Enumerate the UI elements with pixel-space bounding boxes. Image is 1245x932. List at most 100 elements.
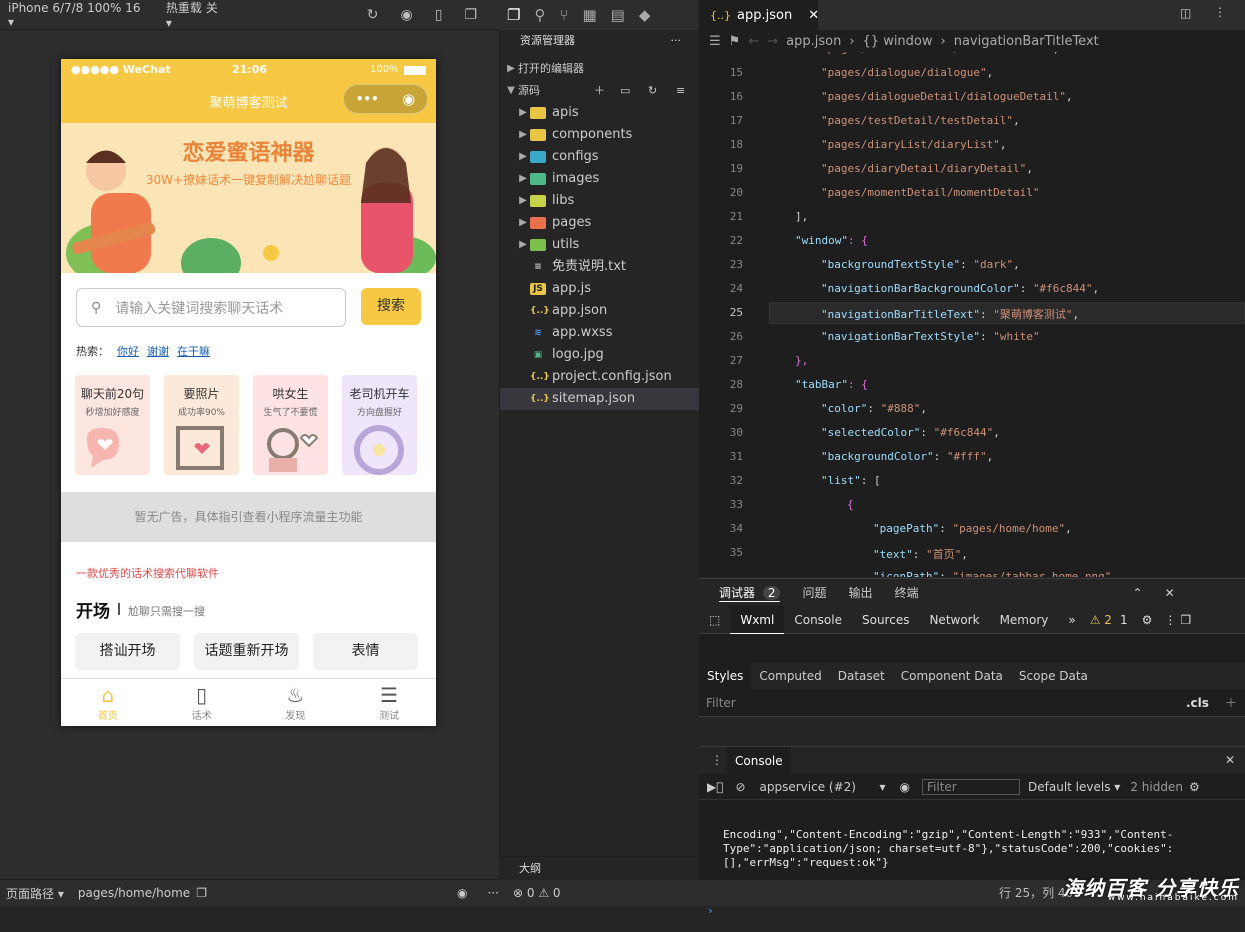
- breadcrumb-item[interactable]: {} window: [863, 34, 933, 49]
- tab-debugger[interactable]: 调试器 2: [719, 584, 781, 602]
- panel-icon[interactable]: ▤: [611, 6, 625, 24]
- search-icon[interactable]: ⚲: [534, 6, 545, 24]
- breadcrumb-item[interactable]: navigationBarTitleText: [954, 34, 1099, 49]
- category-card[interactable]: 老司机开车 方向盘握好: [342, 375, 417, 475]
- warning-count[interactable]: ⚠ 2: [1086, 613, 1116, 627]
- clear-icon[interactable]: ⊘: [735, 780, 745, 794]
- tree-item[interactable]: ▶ images: [500, 168, 699, 190]
- tree-item[interactable]: ≡ 免责说明.txt: [500, 256, 699, 278]
- files-icon[interactable]: ❐: [507, 6, 520, 24]
- more-icon[interactable]: •••: [356, 92, 379, 106]
- phone-icon[interactable]: ▯: [435, 7, 443, 23]
- tree-item[interactable]: ≋ app.wxss: [500, 322, 699, 344]
- hot-link[interactable]: 在干嘛: [177, 343, 210, 359]
- close-icon[interactable]: ✕: [1165, 586, 1175, 600]
- detach-icon[interactable]: ❐: [464, 7, 477, 23]
- topic-pill[interactable]: 搭讪开场: [75, 633, 180, 670]
- tab-wxml[interactable]: Wxml: [730, 605, 785, 634]
- more-icon[interactable]: ···: [487, 886, 498, 900]
- category-card[interactable]: 要照片 成功率90%: [164, 375, 239, 475]
- tree-item[interactable]: {..} app.json: [500, 300, 699, 322]
- tab-output[interactable]: 输出: [849, 584, 873, 601]
- more-icon[interactable]: ···: [671, 30, 682, 52]
- tab-discover[interactable]: ♨ 发现: [249, 679, 343, 726]
- list-icon[interactable]: ☰: [709, 34, 721, 49]
- tab-terminal[interactable]: 终端: [895, 584, 919, 601]
- open-editors-section[interactable]: ▶ 打开的编辑器: [500, 58, 699, 80]
- category-card[interactable]: 哄女生 生气了不要慌: [253, 375, 328, 475]
- tab-memory[interactable]: Memory: [990, 613, 1059, 627]
- tree-item[interactable]: ▣ logo.jpg: [500, 344, 699, 366]
- device-select[interactable]: iPhone 6/7/8 100% 16 ▾: [8, 1, 144, 29]
- extensions-icon[interactable]: ▦: [582, 6, 596, 24]
- banner[interactable]: 恋爱蜜语神器 30W+撩妹话术一键复制解决尬聊话题: [61, 123, 436, 273]
- tree-item[interactable]: {..} project.config.json: [500, 366, 699, 388]
- inspect-icon[interactable]: ⬚: [699, 613, 730, 627]
- hot-link[interactable]: 谢谢: [147, 343, 169, 359]
- tab-component-data[interactable]: Component Data: [893, 669, 1011, 683]
- gear-icon[interactable]: ⚙: [1132, 613, 1163, 627]
- forward-icon[interactable]: →: [767, 34, 778, 49]
- source-root-section[interactable]: ▼ 源码 ＋ ▭ ↻ ≡: [500, 80, 699, 102]
- more-icon[interactable]: ⋮: [1214, 5, 1226, 19]
- gear-icon[interactable]: ⚙: [1189, 780, 1200, 794]
- tab-network[interactable]: Network: [919, 613, 989, 627]
- info-count[interactable]: 1: [1116, 613, 1132, 627]
- new-file-icon[interactable]: ＋: [594, 80, 605, 102]
- tab-sources[interactable]: Sources: [852, 613, 919, 627]
- topic-pill[interactable]: 话题重新开场: [194, 633, 299, 670]
- tab-dataset[interactable]: Dataset: [830, 669, 893, 683]
- eye-icon[interactable]: ◉: [457, 886, 467, 900]
- breadcrumb-item[interactable]: app.json: [786, 34, 841, 49]
- bookmark-icon[interactable]: ⚑: [729, 34, 741, 49]
- cls-button[interactable]: .cls: [1186, 689, 1209, 717]
- tree-item[interactable]: {..} sitemap.json: [500, 388, 699, 410]
- more-tabs-icon[interactable]: »: [1058, 613, 1085, 627]
- tab-computed[interactable]: Computed: [751, 669, 829, 683]
- back-icon[interactable]: ←: [748, 34, 759, 49]
- tree-item[interactable]: ▶ pages: [500, 212, 699, 234]
- tab-scope-data[interactable]: Scope Data: [1011, 669, 1096, 683]
- new-folder-icon[interactable]: ▭: [620, 80, 630, 102]
- split-editor-icon[interactable]: ◫: [1180, 6, 1191, 20]
- search-input[interactable]: ⚲ 请输入关键词搜索聊天话术: [76, 288, 346, 327]
- category-card[interactable]: 聊天前20句 秒增加好感度: [75, 375, 150, 475]
- tree-item[interactable]: JS app.js: [500, 278, 699, 300]
- levels-select[interactable]: Default levels ▾: [1028, 780, 1120, 794]
- tab-styles[interactable]: Styles: [699, 663, 752, 689]
- sidebar-toggle-icon[interactable]: ▶⃞: [707, 780, 723, 794]
- collapse-icon[interactable]: ≡: [676, 80, 685, 102]
- refresh-icon[interactable]: ↻: [367, 7, 379, 23]
- tab-console[interactable]: Console: [784, 613, 852, 627]
- context-select[interactable]: appservice (#2): [760, 780, 880, 794]
- capsule-button[interactable]: ••• ◉: [343, 84, 428, 114]
- hot-link[interactable]: 你好: [117, 343, 139, 359]
- tab-scripts[interactable]: ▯ 话术: [155, 679, 249, 726]
- console-prompt[interactable]: ›: [707, 904, 1245, 918]
- more-icon[interactable]: ⋮: [1162, 613, 1178, 627]
- editor-tab[interactable]: {..} app.json ✕: [700, 0, 819, 30]
- tree-item[interactable]: ▶ utils: [500, 234, 699, 256]
- chevron-up-icon[interactable]: ⌃: [1133, 586, 1143, 600]
- page-path-label[interactable]: 页面路径 ▾: [6, 885, 64, 902]
- topic-pill[interactable]: 表情: [313, 633, 418, 670]
- dock-icon[interactable]: ❐: [1178, 613, 1193, 627]
- docker-icon[interactable]: ◆: [639, 6, 651, 24]
- hotreload-toggle[interactable]: 热重载 关 ▾: [166, 0, 225, 30]
- copy-icon[interactable]: ❐: [196, 886, 207, 900]
- stop-icon[interactable]: ◉: [401, 7, 413, 23]
- close-miniprogram-icon[interactable]: ◉: [402, 90, 415, 108]
- close-icon[interactable]: ✕: [1225, 753, 1235, 767]
- styles-filter-input[interactable]: Filter .cls ＋: [699, 689, 1245, 717]
- tab-console-drawer[interactable]: Console: [727, 746, 791, 775]
- tree-item[interactable]: ▶ configs: [500, 146, 699, 168]
- tree-item[interactable]: ▶ apis: [500, 102, 699, 124]
- dropdown-icon[interactable]: ▾: [880, 780, 886, 794]
- tab-test[interactable]: ☰ 测试: [342, 679, 436, 726]
- refresh-icon[interactable]: ↻: [648, 80, 657, 102]
- tree-item[interactable]: ▶ libs: [500, 190, 699, 212]
- problems-count[interactable]: ⊗ 0 ⚠ 0: [499, 880, 699, 906]
- source-control-icon[interactable]: ⑂: [559, 6, 568, 24]
- code-editor[interactable]: "pages/articleDetail/articleDetail", 15 "p…: [699, 52, 1245, 577]
- eye-icon[interactable]: ◉: [900, 780, 910, 794]
